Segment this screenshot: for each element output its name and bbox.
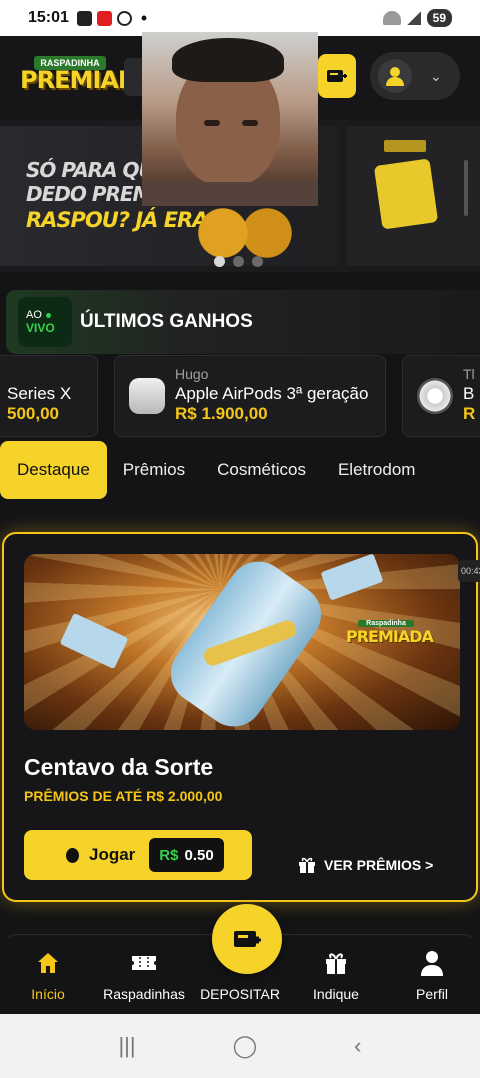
nav-label: Indique xyxy=(313,986,359,1002)
win-product: Series X xyxy=(7,384,72,403)
win-product: Apple AirPods 3ª geração xyxy=(175,384,369,403)
chevron-down-icon: ⌄ xyxy=(430,67,442,84)
win-card[interactable]: Series X 500,00 xyxy=(0,355,98,437)
tab-cosmeticos[interactable]: Cosméticos xyxy=(201,441,322,499)
win-card[interactable]: Hugo Apple AirPods 3ª geração R$ 1.900,0… xyxy=(114,355,386,437)
price-currency: R$ xyxy=(159,846,179,864)
youtube-icon xyxy=(96,10,112,26)
back-icon[interactable]: ‹ xyxy=(354,1033,361,1059)
carousel-dot[interactable] xyxy=(252,256,263,267)
avatar xyxy=(378,59,412,93)
deposit-icon xyxy=(327,70,347,82)
gift-icon xyxy=(299,857,315,873)
person-shirt xyxy=(142,182,318,206)
game-name: Centavo da Sorte xyxy=(24,754,214,780)
view-prizes-label: VER PRÊMIOS > xyxy=(324,857,434,873)
win-card[interactable]: Tl B R xyxy=(402,355,480,437)
carousel-dot[interactable] xyxy=(233,256,244,267)
webcam-overlay xyxy=(142,32,318,206)
live-badge: AO VIVO xyxy=(18,297,72,347)
win-user: Tl xyxy=(463,366,475,382)
status-bar: 15:01 • 59 xyxy=(0,0,480,36)
play-button[interactable]: Jogar R$ 0.50 xyxy=(24,830,252,880)
tab-destaque[interactable]: Destaque xyxy=(0,441,107,499)
nav-raspadinhas[interactable]: Raspadinhas xyxy=(96,938,192,1014)
nav-indique[interactable]: Indique xyxy=(288,938,384,1014)
header-deposit-button[interactable] xyxy=(318,54,356,98)
live-wins-header: AO VIVO ÚLTIMOS GANHOS xyxy=(6,290,480,354)
status-time: 15:01 xyxy=(28,9,69,26)
tab-eletrodomesticos[interactable]: Eletrodom xyxy=(322,441,431,499)
win-value: R$ 1.900,00 xyxy=(175,404,268,423)
carousel-dot[interactable] xyxy=(214,256,225,267)
carousel-dots xyxy=(214,256,263,267)
battery-icon: 59 xyxy=(426,9,452,27)
recents-icon[interactable]: ||| xyxy=(118,1033,135,1059)
live-wins-title: ÚLTIMOS GANHOS xyxy=(80,311,253,332)
game-image[interactable]: Raspadinha PREMIADA xyxy=(24,554,460,730)
game-timer: 00:43 xyxy=(458,560,480,582)
nav-label: DEPOSITAR xyxy=(200,986,280,1002)
airpods-image xyxy=(129,378,165,414)
deposit-icon xyxy=(234,931,261,947)
nav-label: Perfil xyxy=(416,986,448,1002)
play-label: Jogar xyxy=(89,845,136,864)
user-icon xyxy=(419,950,445,976)
media-icon xyxy=(76,10,92,26)
person-eye xyxy=(242,120,258,126)
win-product: B xyxy=(463,384,475,403)
deposit-fab-button[interactable] xyxy=(212,904,282,974)
live-badge-bottom: VIVO xyxy=(26,321,55,335)
tab-premios[interactable]: Prêmios xyxy=(107,441,201,499)
win-value: 500,00 xyxy=(7,404,59,423)
ball-image xyxy=(417,378,453,414)
win-user: Hugo xyxy=(175,366,209,382)
wifi-icon xyxy=(382,11,401,25)
live-badge-top: AO xyxy=(26,309,72,321)
system-navigation-bar: ||| ◯ ‹ xyxy=(0,1014,480,1078)
price-amount: 0.50 xyxy=(184,846,214,864)
signal-icon xyxy=(406,11,421,25)
person-hair xyxy=(172,38,284,82)
banner-scroll-indicator xyxy=(464,160,468,216)
category-tabs: Destaque Prêmios Cosméticos Eletrodom xyxy=(0,441,480,499)
view-prizes-link[interactable]: VER PRÊMIOS > xyxy=(298,856,433,874)
ticket-icon xyxy=(131,950,157,976)
home-icon xyxy=(35,950,61,976)
live-dot-icon xyxy=(45,312,51,318)
banner-line-3: RASPOU? JÁ ERA! xyxy=(26,208,217,232)
game-image-logo: Raspadinha PREMIADA xyxy=(346,620,434,650)
coin-icon xyxy=(66,847,79,863)
whatsapp-icon xyxy=(116,10,132,26)
gift-icon xyxy=(323,950,349,976)
user-menu-button[interactable]: ⌄ xyxy=(370,52,460,100)
nav-label: Início xyxy=(31,986,65,1002)
nav-inicio[interactable]: Início xyxy=(0,938,96,1014)
notification-dot-icon: • xyxy=(140,7,148,28)
home-button-icon[interactable]: ◯ xyxy=(233,1033,258,1059)
user-icon xyxy=(386,67,404,86)
game-logo-top: Raspadinha xyxy=(358,620,414,627)
brand-logo[interactable]: RASPADINHA PREMIADA xyxy=(20,56,155,98)
nav-label: Raspadinhas xyxy=(103,986,185,1002)
game-logo-main: PREMIADA xyxy=(346,627,434,646)
coins-image xyxy=(190,208,300,258)
person-eye xyxy=(204,120,220,126)
mini-logo-image xyxy=(384,140,426,152)
game-subtitle: PRÊMIOS DE ATÉ R$ 2.000,00 xyxy=(24,788,223,804)
nav-perfil[interactable]: Perfil xyxy=(384,938,480,1014)
logo-main-text: PREMIADA xyxy=(20,66,155,94)
win-value: R xyxy=(463,404,476,423)
scratch-ticket-image xyxy=(373,158,439,230)
price-badge: R$ 0.50 xyxy=(149,838,224,872)
game-card[interactable]: Raspadinha PREMIADA 00:43 Centavo da Sor… xyxy=(2,532,480,902)
live-wins-list[interactable]: Series X 500,00 Hugo Apple AirPods 3ª ge… xyxy=(0,355,480,437)
